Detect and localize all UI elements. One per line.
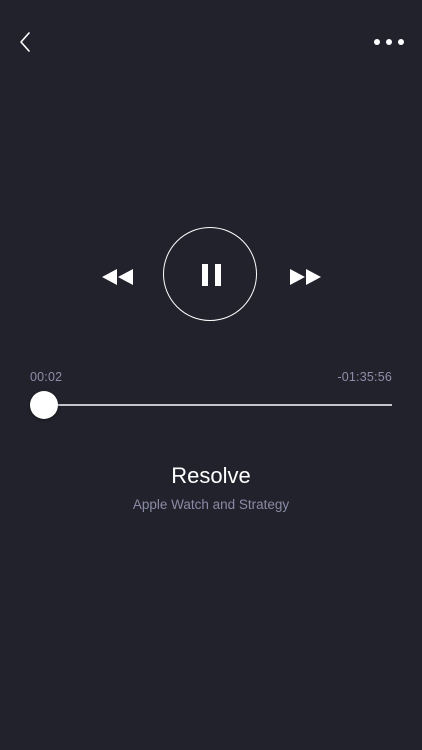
progress-slider[interactable] — [30, 390, 392, 420]
more-horizontal-icon — [398, 39, 404, 45]
rewind-button[interactable] — [100, 265, 136, 289]
chevron-left-icon — [20, 32, 30, 52]
remaining-time: -01:35:56 — [337, 370, 392, 384]
progress-track — [30, 404, 392, 406]
elapsed-time: 00:02 — [30, 370, 63, 384]
pause-icon — [202, 264, 221, 286]
track-title: Resolve — [171, 463, 251, 488]
track-subtitle: Apple Watch and Strategy — [132, 497, 290, 512]
back-button[interactable] — [12, 28, 40, 56]
fast-forward-button[interactable] — [287, 265, 323, 289]
rewind-icon — [102, 269, 133, 285]
fast-forward-icon — [290, 269, 321, 285]
more-horizontal-icon — [374, 39, 380, 45]
playback-controls — [0, 227, 422, 325]
more-horizontal-icon — [386, 39, 392, 45]
progress-thumb[interactable] — [30, 391, 59, 419]
pause-button[interactable] — [163, 227, 257, 321]
more-options-button[interactable] — [374, 32, 404, 52]
